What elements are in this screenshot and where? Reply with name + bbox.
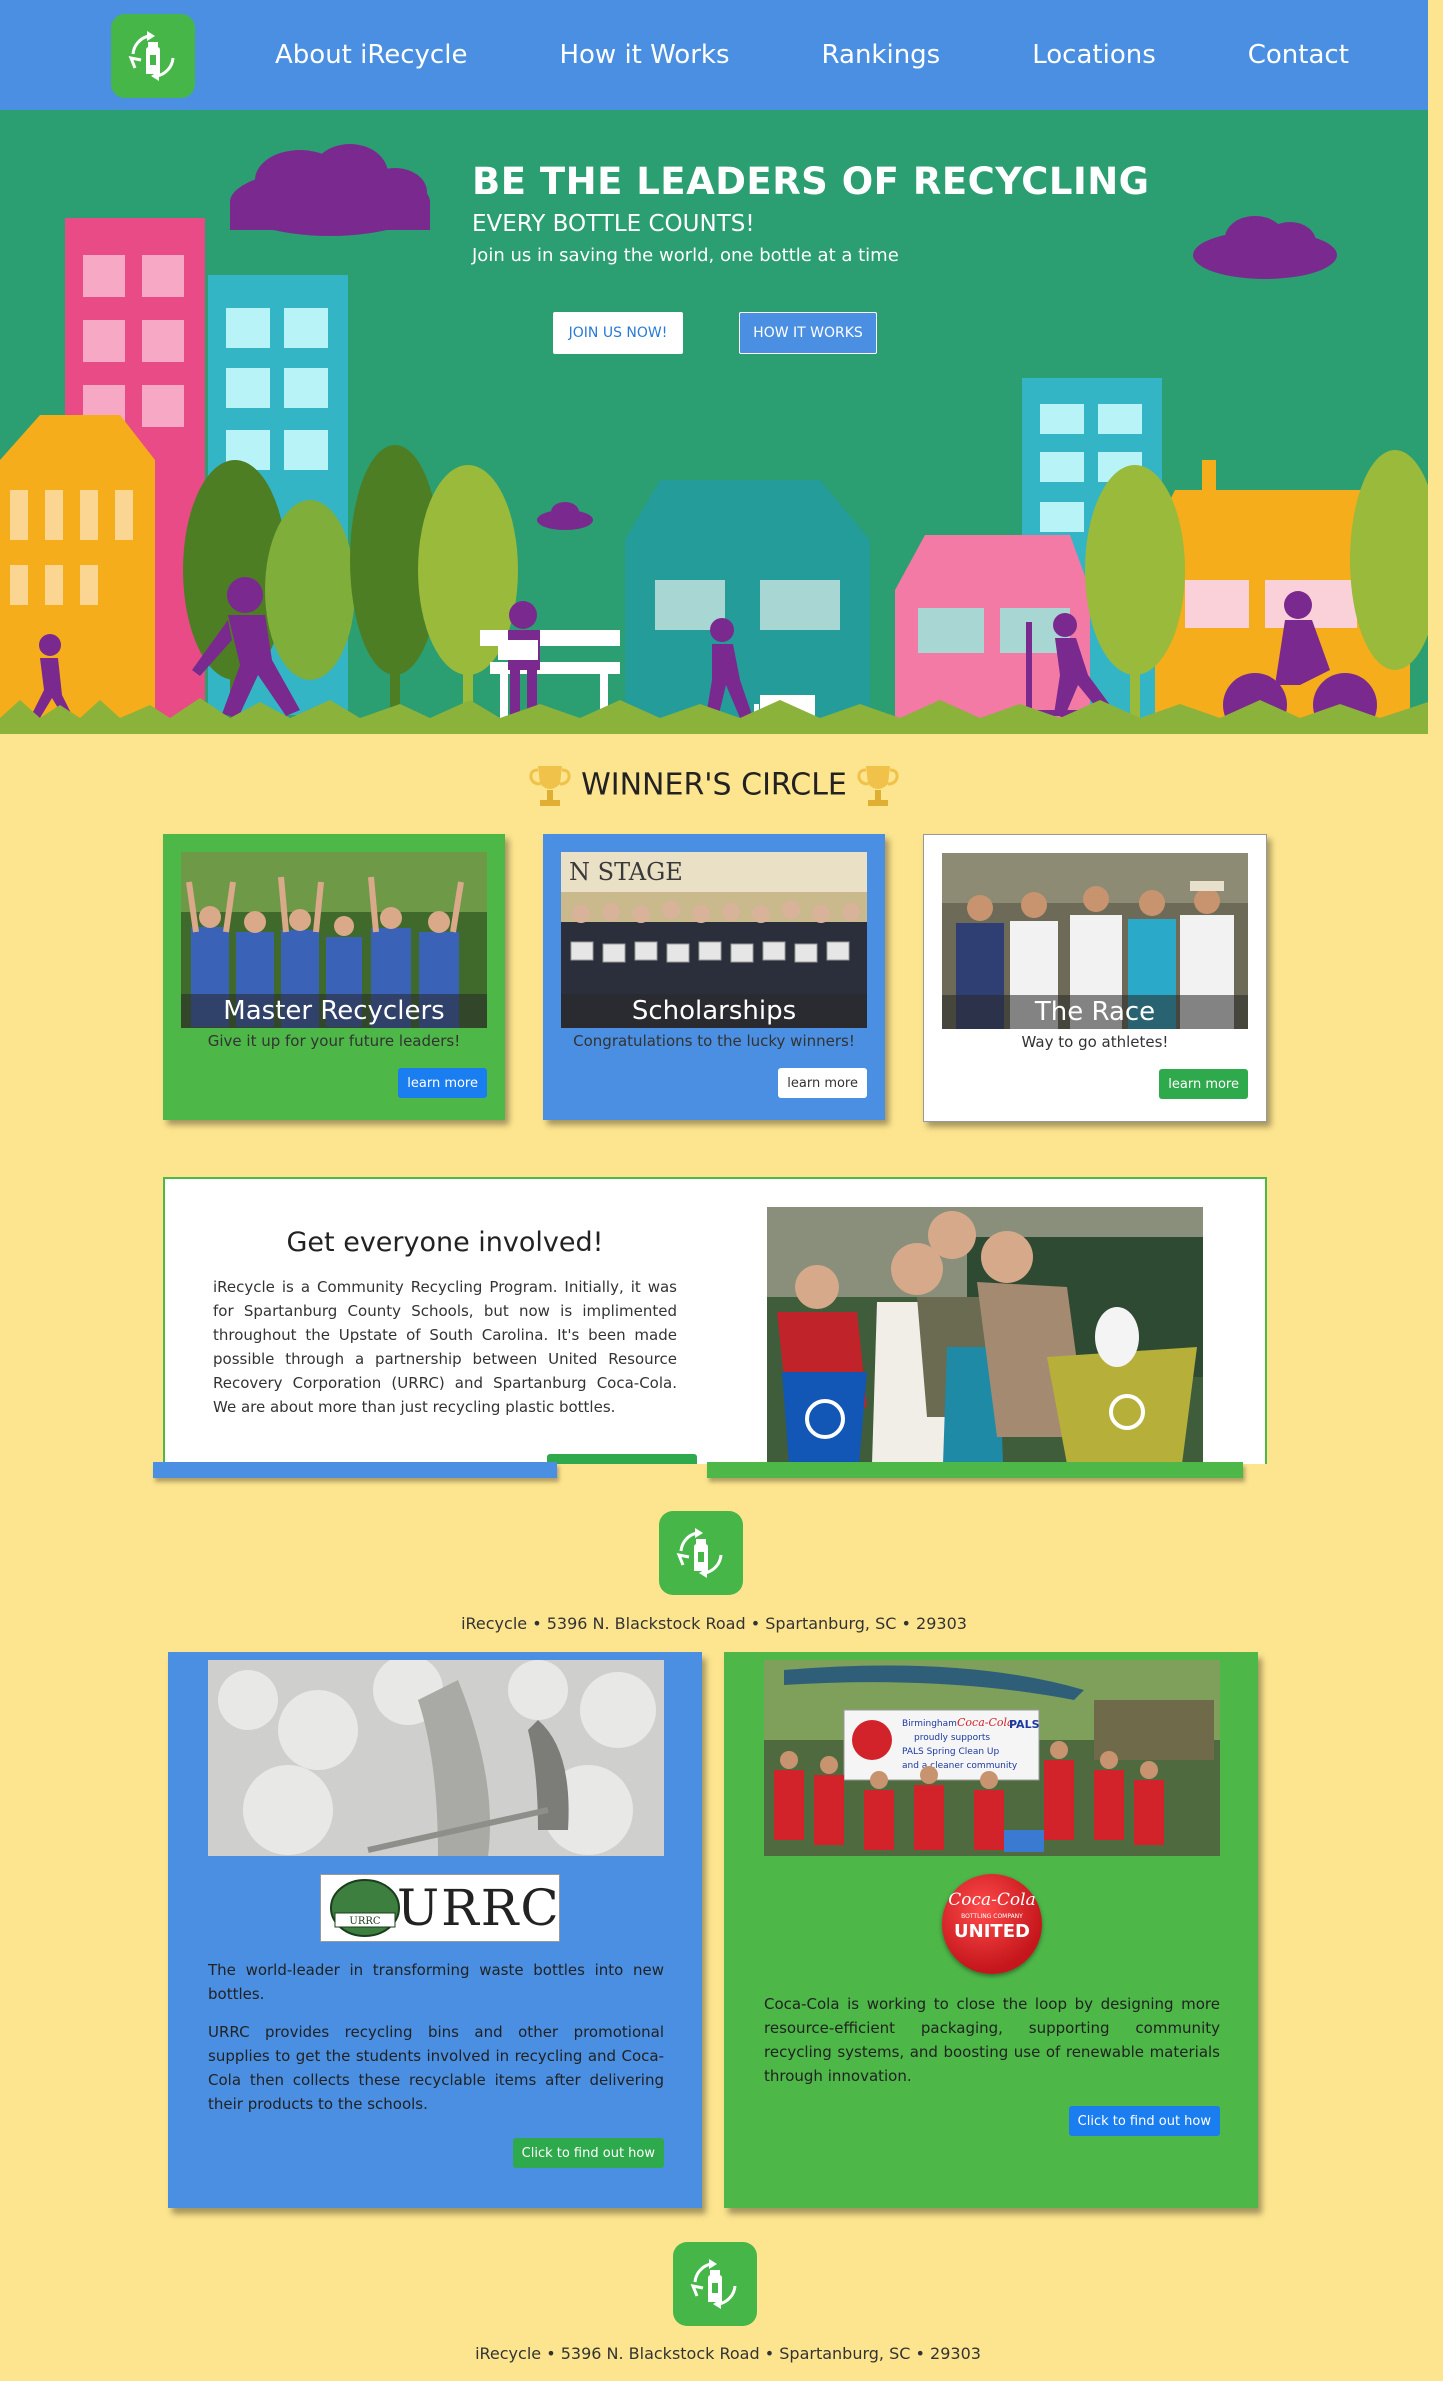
family-recycling-photo bbox=[767, 1207, 1203, 1464]
top-navbar: About iRecycle How it Works Rankings Loc… bbox=[0, 0, 1428, 110]
nav-rankings[interactable]: Rankings bbox=[822, 40, 941, 70]
banner-line-2: Coca-Cola bbox=[957, 1716, 1014, 1729]
coca-cola-find-out-button[interactable]: Click to find out how bbox=[1068, 2106, 1220, 2136]
banner-line-3: proudly supports bbox=[914, 1733, 990, 1743]
trophy-icon bbox=[528, 766, 571, 806]
nav-how-it-works[interactable]: How it Works bbox=[559, 40, 729, 70]
nav-locations[interactable]: Locations bbox=[1032, 40, 1156, 70]
urrc-paragraph-1: The world-leader in transforming waste b… bbox=[208, 1961, 664, 2003]
card-the-race: The Race Way to go athletes! learn more bbox=[923, 834, 1267, 1122]
coke-logo-script: Coca-Cola bbox=[948, 1890, 1036, 1910]
urrc-paragraph-2: URRC provides recycling bins and other p… bbox=[208, 2023, 664, 2113]
urrc-find-out-button[interactable]: Click to find out how bbox=[512, 2138, 664, 2168]
footer-address-line: iRecycle • 5396 N. Blackstock Road • Spa… bbox=[475, 2344, 981, 2363]
address-line: iRecycle • 5396 N. Blackstock Road • Spa… bbox=[461, 1614, 967, 1633]
winners-circle-heading: WINNER'S CIRCLE bbox=[0, 762, 1428, 810]
get-involved-text: iRecycle is a Community Recycling Progra… bbox=[213, 1278, 677, 1416]
urrc-text: The world-leader in transforming waste b… bbox=[208, 1958, 664, 2130]
card-caption: Congratulations to the lucky winners! bbox=[573, 1032, 855, 1050]
the-race-photo: The Race bbox=[942, 853, 1248, 1029]
banner-line-5: and a cleaner community bbox=[902, 1761, 1018, 1771]
nav-contact[interactable]: Contact bbox=[1248, 40, 1349, 70]
trophy-icon bbox=[857, 766, 900, 806]
card-caption: Way to go athletes! bbox=[1021, 1033, 1169, 1051]
plastic-flakes-photo bbox=[208, 1660, 664, 1856]
learn-more-button[interactable]: learn more bbox=[1159, 1069, 1248, 1099]
learn-more-button[interactable]: learn more bbox=[778, 1068, 867, 1098]
banner-line-4: PALS Spring Clean Up bbox=[902, 1747, 999, 1757]
card-title: Scholarships bbox=[561, 994, 867, 1028]
coca-cola-partner-panel: Birmingham Coca-Cola PALS proudly suppor… bbox=[724, 1652, 1258, 2208]
svg-text:URRC: URRC bbox=[349, 1916, 380, 1927]
join-us-button[interactable]: JOIN US NOW! bbox=[553, 312, 683, 354]
irecycle-logo[interactable] bbox=[673, 2242, 757, 2326]
nav-about[interactable]: About iRecycle bbox=[275, 40, 467, 70]
how-it-works-button[interactable]: HOW IT WORKS bbox=[739, 312, 877, 354]
urrc-globe-icon: URRC bbox=[330, 1879, 400, 1937]
learn-more-button[interactable]: learn more bbox=[398, 1068, 487, 1098]
irecycle-logo[interactable] bbox=[111, 14, 195, 98]
irecycle-logo[interactable] bbox=[659, 1511, 743, 1595]
urrc-logo[interactable]: URRC URRC bbox=[320, 1874, 560, 1942]
section-divider-green bbox=[707, 1462, 1243, 1478]
cleanup-volunteers-photo: Birmingham Coca-Cola PALS proudly suppor… bbox=[764, 1660, 1220, 1856]
urrc-logo-text: URRC bbox=[397, 1879, 561, 1937]
card-scholarships: N STAGE Scholarships Congratulations to … bbox=[543, 834, 885, 1120]
hero-title: BE THE LEADERS OF RECYCLING bbox=[472, 160, 1150, 203]
get-involved-button[interactable] bbox=[547, 1454, 697, 1464]
card-title: The Race bbox=[942, 995, 1248, 1029]
section-divider-blue bbox=[153, 1462, 557, 1478]
coke-logo-small: BOTTLING COMPANY bbox=[961, 1913, 1023, 1920]
get-involved-title: Get everyone involved! bbox=[286, 1227, 604, 1258]
hero-subtitle: EVERY BOTTLE COUNTS! bbox=[472, 211, 755, 237]
card-caption: Give it up for your future leaders! bbox=[207, 1032, 461, 1050]
urrc-partner-panel: URRC URRC The world-leader in transformi… bbox=[168, 1652, 702, 2208]
svg-text:N STAGE: N STAGE bbox=[569, 858, 683, 886]
banner-pals: PALS bbox=[1009, 1718, 1040, 1731]
nav-links: About iRecycle How it Works Rankings Loc… bbox=[275, 0, 1349, 110]
banner-line-1: Birmingham bbox=[902, 1719, 957, 1729]
card-title: Master Recyclers bbox=[181, 994, 487, 1028]
winners-circle-title: WINNER'S CIRCLE bbox=[581, 767, 847, 803]
coca-cola-united-logo[interactable]: Coca-Cola BOTTLING COMPANY UNITED bbox=[942, 1874, 1042, 1974]
coke-logo-united: UNITED bbox=[954, 1921, 1030, 1942]
card-master-recyclers: Master Recyclers Give it up for your fut… bbox=[163, 834, 505, 1120]
coca-cola-text: Coca-Cola is working to close the loop b… bbox=[764, 1995, 1220, 2085]
master-recyclers-photo: Master Recyclers bbox=[181, 852, 487, 1028]
page-scrollbar[interactable] bbox=[1428, 0, 1443, 2381]
hero-banner: BE THE LEADERS OF RECYCLING EVERY BOTTLE… bbox=[0, 110, 1428, 734]
scholarships-photo: N STAGE Scholarships bbox=[561, 852, 867, 1028]
hero-tagline: Join us in saving the world, one bottle … bbox=[472, 245, 899, 266]
get-involved-section: Get everyone involved! iRecycle is a Com… bbox=[163, 1177, 1267, 1464]
hero-text: BE THE LEADERS OF RECYCLING EVERY BOTTLE… bbox=[472, 160, 1150, 266]
